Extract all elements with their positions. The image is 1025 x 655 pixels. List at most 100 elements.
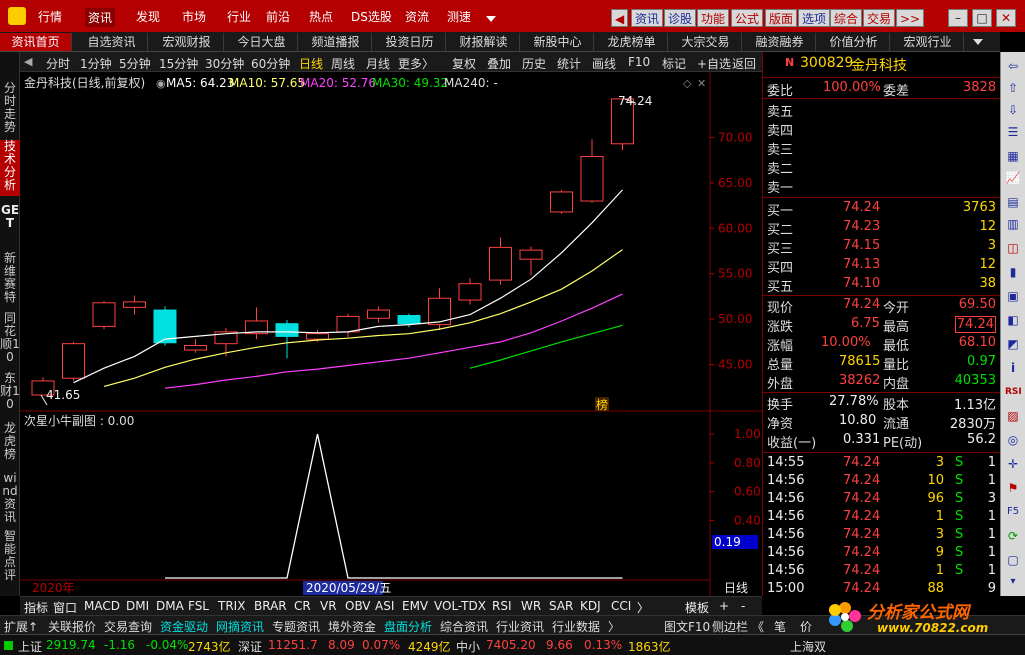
kline-icon[interactable]: ▤ <box>1005 194 1021 210</box>
minimize-icon[interactable]: – <box>948 9 968 27</box>
table-icon[interactable]: ▥ <box>1005 216 1021 232</box>
func-kuozhan[interactable]: 扩展↑ <box>4 618 38 635</box>
tool-add-zixuan[interactable]: +自选 <box>697 55 731 72</box>
menu-hangye[interactable]: 行业 <box>227 8 251 25</box>
tool-fanhui[interactable]: 返回 <box>732 55 756 72</box>
capital-icon[interactable]: ▨ <box>1005 408 1021 424</box>
ind-dma[interactable]: DMA <box>156 599 184 613</box>
tab-jinri-dapan[interactable]: 今日大盘 <box>226 33 298 51</box>
func-bi[interactable]: 笔 <box>774 618 786 635</box>
menu-hangqing[interactable]: 行情 <box>38 8 62 25</box>
toolbar-more-button[interactable]: >> <box>896 9 925 27</box>
tool-fuquan[interactable]: 复权 <box>452 55 476 72</box>
maximize-icon[interactable]: □ <box>972 9 992 27</box>
func-guanlian-baojia[interactable]: 关联报价 <box>48 618 96 635</box>
period-60min[interactable]: 60分钟 <box>251 55 290 72</box>
period-weekly[interactable]: 周线 <box>331 55 355 72</box>
tool-lishi[interactable]: 历史 <box>522 55 546 72</box>
ind-macd[interactable]: MACD <box>84 599 120 613</box>
target-icon[interactable]: ◎ <box>1005 432 1021 448</box>
bars-icon[interactable]: ▮ <box>1005 264 1021 280</box>
period-15min[interactable]: 15分钟 <box>159 55 198 72</box>
scroll-down-icon[interactable]: ▾ <box>1005 574 1021 590</box>
ind-more[interactable]: 〉 <box>637 599 649 616</box>
left-tab-fenshi[interactable]: 分时走势 <box>0 82 20 138</box>
ind-brar[interactable]: BRAR <box>254 599 287 613</box>
list-icon[interactable]: ☰ <box>1005 124 1021 140</box>
menu-qianyan[interactable]: 前沿 <box>266 8 290 25</box>
chart-red-icon[interactable]: ◫ <box>1005 240 1021 256</box>
ind-fsl[interactable]: FSL <box>188 599 209 613</box>
ind-obv[interactable]: OBV <box>345 599 371 613</box>
sz-index-name[interactable]: 深证 <box>238 638 262 655</box>
func-jingwai-zijin[interactable]: 境外资金 <box>328 618 376 635</box>
toolbar-jiaoyi-button[interactable]: 交易 <box>863 9 896 27</box>
period-monthly[interactable]: 月线 <box>366 55 390 72</box>
func-zonghe-zixun[interactable]: 综合资讯 <box>440 618 488 635</box>
tab-caibao-jiedu[interactable]: 财报解读 <box>448 33 520 51</box>
func-cebianlan[interactable]: 侧边栏 <box>712 618 748 635</box>
tab-touzi-rili[interactable]: 投资日历 <box>374 33 446 51</box>
tool-f10[interactable]: F10 <box>628 55 650 69</box>
f5-icon[interactable]: F5 <box>1005 504 1021 520</box>
left-tab-zhineng-dianping[interactable]: 智能点评 <box>0 530 20 586</box>
left-tab-get[interactable]: GET <box>0 204 20 248</box>
menu-cesu[interactable]: 测速 <box>447 8 471 25</box>
toolbar-gongneng-button[interactable]: 功能 <box>697 9 730 27</box>
chart-settings-icon[interactable]: ◉ <box>156 77 166 90</box>
ind-wr[interactable]: WR <box>521 599 541 613</box>
toolbar-xuanxiang-button[interactable]: 选项 <box>798 9 831 27</box>
period-daily[interactable]: 日线 <box>299 55 323 72</box>
ind-trix[interactable]: TRIX <box>218 599 245 613</box>
func-more[interactable]: 〉 <box>608 618 620 635</box>
toolbar-zonghe-button[interactable]: 综合 <box>830 9 863 27</box>
left-tab-dongcai[interactable]: 东财10 <box>0 372 20 416</box>
menu-faxian[interactable]: 发现 <box>136 8 160 25</box>
ind-cci[interactable]: CCI <box>611 599 631 613</box>
func-panmian-fenxi[interactable]: 盘面分析 <box>384 618 432 635</box>
tab-zixuan-zixun[interactable]: 自选资讯 <box>76 33 148 51</box>
tab-xingu-zhongxin[interactable]: 新股中心 <box>522 33 594 51</box>
ind-chuangkou[interactable]: 窗口 <box>53 599 77 616</box>
menu-redian[interactable]: 热点 <box>309 8 333 25</box>
ind-cr[interactable]: CR <box>294 599 311 613</box>
arrow-left-icon[interactable]: ⇦ <box>1005 58 1021 74</box>
left-tab-xinwei-saite[interactable]: 新维赛特 <box>0 252 20 308</box>
tab-hongguan-hangye[interactable]: 宏观行业 <box>892 33 964 51</box>
toolbar-gongshi-button[interactable]: 公式 <box>731 9 764 27</box>
close-icon[interactable]: ✕ <box>996 9 1016 27</box>
period-30min[interactable]: 30分钟 <box>205 55 244 72</box>
arrow-down-icon[interactable]: ⇩ <box>1005 102 1021 118</box>
menu-dropdown-icon[interactable] <box>486 16 496 22</box>
collapse-icon[interactable]: ◀ <box>24 55 32 68</box>
flag-icon[interactable]: ⚑ <box>1005 480 1021 496</box>
toolbar-banmian-button[interactable]: 版面 <box>765 9 798 27</box>
grid-icon[interactable]: ▦ <box>1005 148 1021 164</box>
chart-close-icon[interactable]: ✕ <box>697 77 706 90</box>
ind-rsi[interactable]: RSI <box>492 599 512 613</box>
arrow-up-icon[interactable]: ⇧ <box>1005 80 1021 96</box>
ind-kdj[interactable]: KDJ <box>580 599 601 613</box>
rsi-icon[interactable]: RSI <box>1005 384 1022 400</box>
func-collapse[interactable]: 《 <box>752 618 764 635</box>
ind-vr[interactable]: VR <box>320 599 337 613</box>
tab-dropdown-icon[interactable] <box>973 39 983 45</box>
ind-asi[interactable]: ASI <box>375 599 394 613</box>
ind-plus[interactable]: + <box>719 599 729 613</box>
menu-zixun[interactable]: 资讯 <box>85 8 116 27</box>
ind-sar[interactable]: SAR <box>549 599 573 613</box>
func-hangye-zixun[interactable]: 行业资讯 <box>496 618 544 635</box>
ind-vol-tdx[interactable]: VOL-TDX <box>434 599 486 613</box>
left-tab-tonghuashun[interactable]: 同花顺10 <box>0 312 20 368</box>
refresh-icon[interactable]: ⟳ <box>1005 528 1021 544</box>
period-more[interactable]: 更多〉 <box>398 55 434 72</box>
zx-index-name[interactable]: 中小 <box>456 638 480 655</box>
calc-icon[interactable]: ▣ <box>1005 288 1021 304</box>
ind-minus[interactable]: - <box>741 599 745 613</box>
ind-dmi[interactable]: DMI <box>126 599 149 613</box>
tool-diejia[interactable]: 叠加 <box>487 55 511 72</box>
window-icon[interactable]: ◧ <box>1005 312 1021 328</box>
tab-jiazhi-fenxi[interactable]: 价值分析 <box>818 33 890 51</box>
tool-tongji[interactable]: 统计 <box>557 55 581 72</box>
func-wangzhai-zixun[interactable]: 网摘资讯 <box>216 618 264 635</box>
